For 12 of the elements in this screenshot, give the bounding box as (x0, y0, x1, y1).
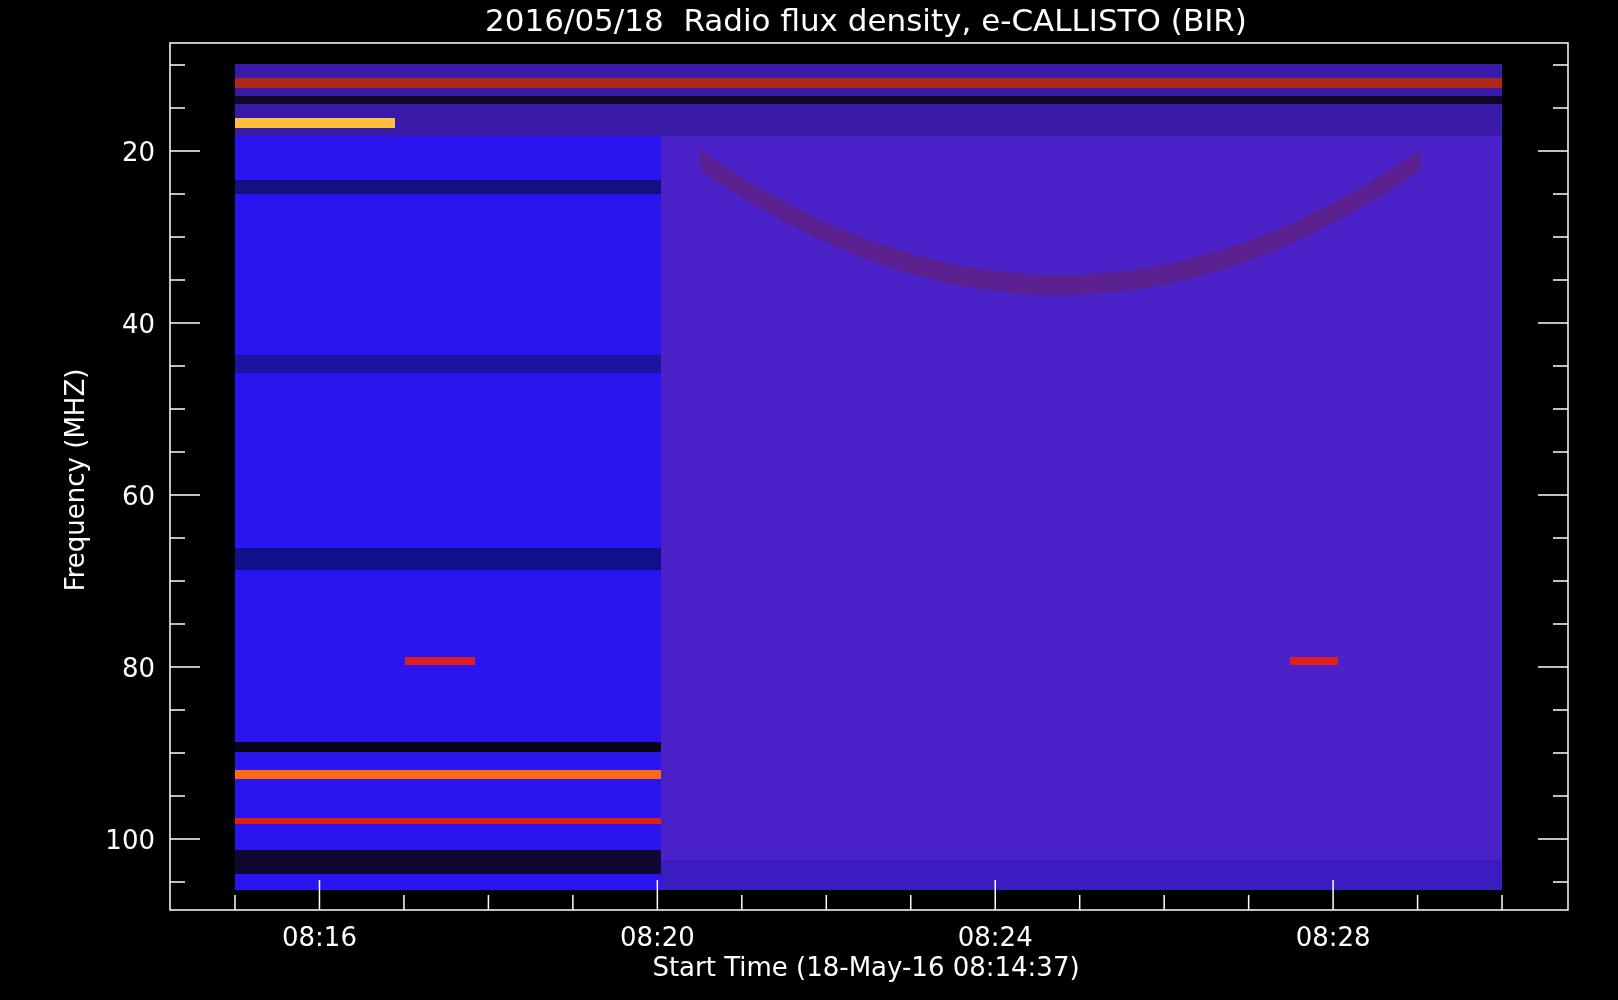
y-tick-label: 80 (121, 653, 155, 683)
x-tick-label: 08:20 (619, 922, 695, 952)
y-tick-label: 20 (121, 137, 155, 167)
y-tick-label: 60 (121, 481, 155, 511)
x-tick-label: 08:24 (957, 922, 1033, 952)
x-axis-label: Start Time (18-May-16 08:14:37) (652, 952, 1080, 982)
x-tick-label: 08:28 (1295, 922, 1371, 952)
x-tick-label: 08:16 (282, 922, 357, 952)
chart-title: 2016/05/18 Radio flux density, e-CALLISTO (BIR) (485, 2, 1247, 38)
y-axis-label: Frequency (MHZ) (60, 368, 90, 592)
y-tick-label: 40 (121, 309, 155, 339)
y-tick-label: 100 (105, 825, 155, 855)
